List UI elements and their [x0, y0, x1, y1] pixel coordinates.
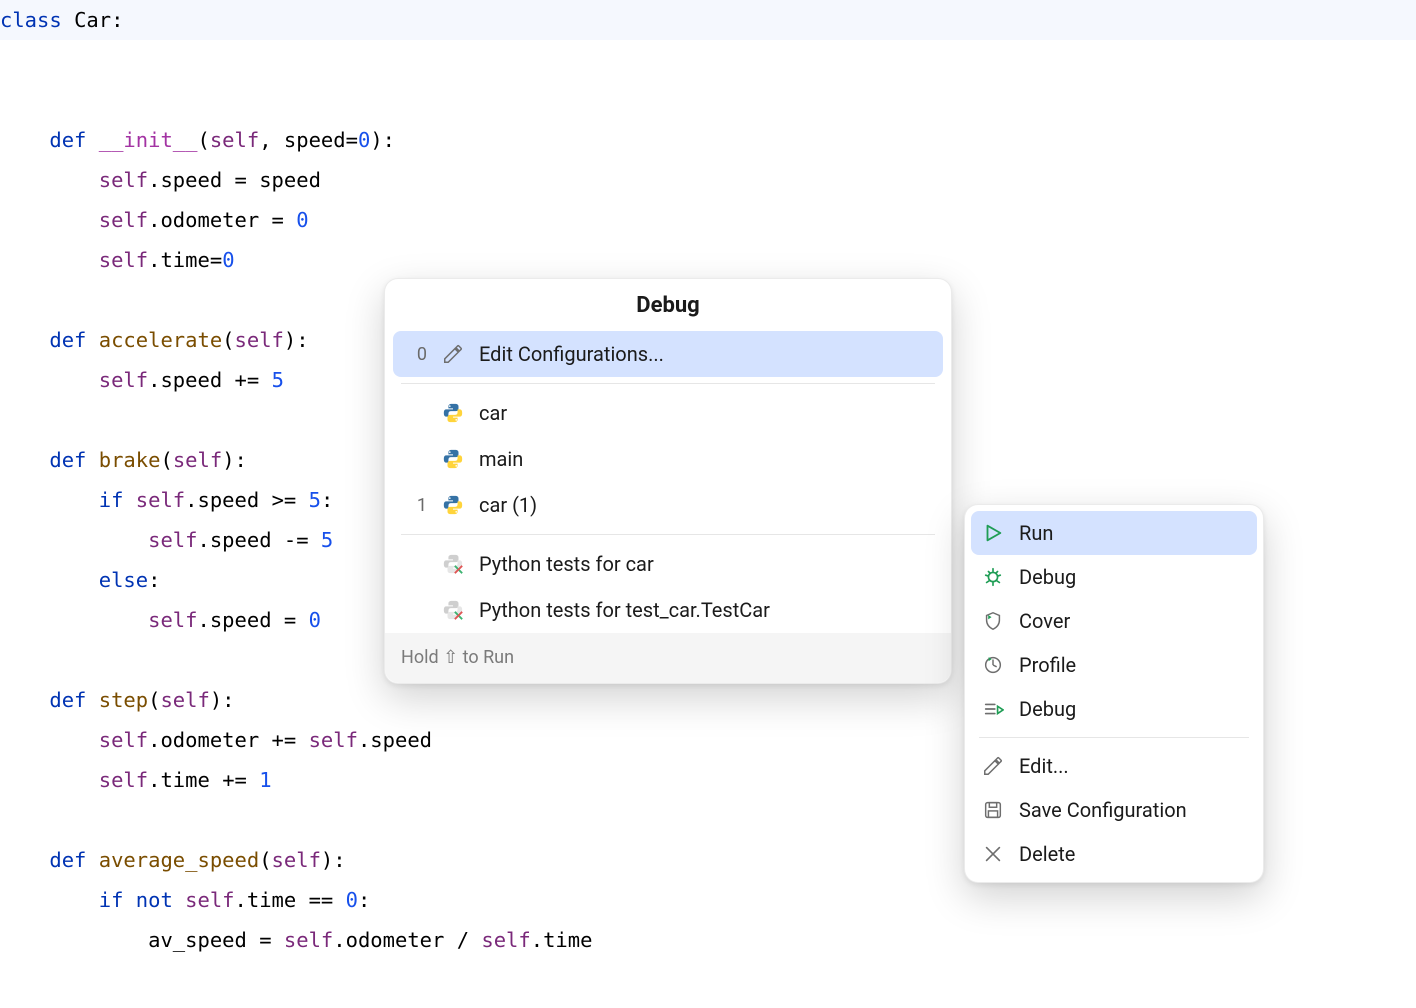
separator [979, 737, 1249, 738]
debug-config-item[interactable]: main [393, 436, 943, 482]
debug-alt-icon [982, 698, 1004, 720]
menu-item-cover[interactable]: Cover [971, 599, 1257, 643]
item-icon-slot [439, 494, 467, 516]
debug-popup-title: Debug [385, 279, 951, 331]
menu-item-label: Debug [1019, 697, 1076, 721]
menu-item-label: Debug [1019, 565, 1076, 589]
menu-item-label: Edit... [1019, 754, 1069, 778]
debug-config-item[interactable]: Python tests for test_car.TestCar [393, 587, 943, 633]
debug-chooser-popup: Debug 0 Edit Configurations... car main 1 car… [384, 278, 952, 684]
python-icon [442, 494, 464, 516]
debug-config-item[interactable]: 1 car (1) [393, 482, 943, 528]
pytest-icon [442, 553, 464, 575]
item-label: Python tests for car [479, 552, 933, 576]
item-icon-slot [439, 402, 467, 424]
python-icon [442, 402, 464, 424]
menu-item-edit[interactable]: Edit... [971, 744, 1257, 788]
debug-popup-footer: Hold ⇧ to Run [385, 633, 951, 683]
menu-item-label: Profile [1019, 653, 1076, 677]
menu-item-icon-slot [981, 522, 1005, 544]
menu-item-icon-slot [981, 843, 1005, 865]
item-icon-slot [439, 343, 467, 365]
item-icon-slot [439, 553, 467, 575]
debug-config-item[interactable]: car [393, 390, 943, 436]
cover-icon [982, 610, 1004, 632]
debug-config-item[interactable]: 0 Edit Configurations... [393, 331, 943, 377]
menu-item-run[interactable]: Run [971, 511, 1257, 555]
python-icon [442, 448, 464, 470]
separator [401, 534, 935, 535]
item-label: main [479, 447, 933, 471]
menu-item-debug[interactable]: Debug [971, 555, 1257, 599]
save-icon [982, 799, 1004, 821]
item-icon-slot [439, 448, 467, 470]
menu-item-icon-slot [981, 566, 1005, 588]
menu-item-icon-slot [981, 799, 1005, 821]
pytest-icon [442, 599, 464, 621]
run-context-menu: Run Debug Cover Profile Debug Edit... Save Con… [964, 504, 1264, 883]
code-line[interactable]: if not self.time == 0: [0, 880, 1416, 920]
menu-item-icon-slot [981, 755, 1005, 777]
menu-item-delete[interactable]: Delete [971, 832, 1257, 876]
profile-icon [982, 654, 1004, 676]
pencil-icon [442, 343, 464, 365]
code-line[interactable]: self.time=0 [0, 240, 1416, 280]
item-label: car [479, 401, 933, 425]
run-icon [982, 522, 1004, 544]
separator [401, 383, 935, 384]
menu-item-icon-slot [981, 610, 1005, 632]
menu-item-profile[interactable]: Profile [971, 643, 1257, 687]
debug-popup-items: 0 Edit Configurations... car main 1 car (1) Py… [385, 331, 951, 633]
menu-item-icon-slot [981, 654, 1005, 676]
item-number: 1 [399, 495, 427, 517]
item-label: Edit Configurations... [479, 342, 933, 366]
item-number: 0 [399, 344, 427, 366]
menu-item-label: Cover [1019, 609, 1070, 633]
delete-icon [982, 843, 1004, 865]
code-line[interactable]: av_speed = self.odometer / self.time [0, 920, 1416, 960]
menu-item-debug[interactable]: Debug [971, 687, 1257, 731]
menu-item-label: Run [1019, 521, 1053, 545]
code-line[interactable]: def __init__(self, speed=0): [0, 120, 1416, 160]
menu-item-label: Delete [1019, 842, 1075, 866]
pencil-icon [982, 755, 1004, 777]
code-line[interactable] [0, 40, 1416, 80]
context-menu-items: Run Debug Cover Profile Debug Edit... Save Con… [965, 505, 1263, 882]
code-line[interactable]: self.odometer = 0 [0, 200, 1416, 240]
debug-icon [982, 566, 1004, 588]
menu-item-save-configuration[interactable]: Save Configuration [971, 788, 1257, 832]
menu-item-label: Save Configuration [1019, 798, 1187, 822]
item-label: car (1) [479, 493, 933, 517]
code-line[interactable]: class Car: [0, 0, 1416, 40]
code-line[interactable] [0, 80, 1416, 120]
debug-config-item[interactable]: Python tests for car [393, 541, 943, 587]
item-icon-slot [439, 599, 467, 621]
menu-item-icon-slot [981, 698, 1005, 720]
code-line[interactable]: self.speed = speed [0, 160, 1416, 200]
item-label: Python tests for test_car.TestCar [479, 598, 933, 622]
